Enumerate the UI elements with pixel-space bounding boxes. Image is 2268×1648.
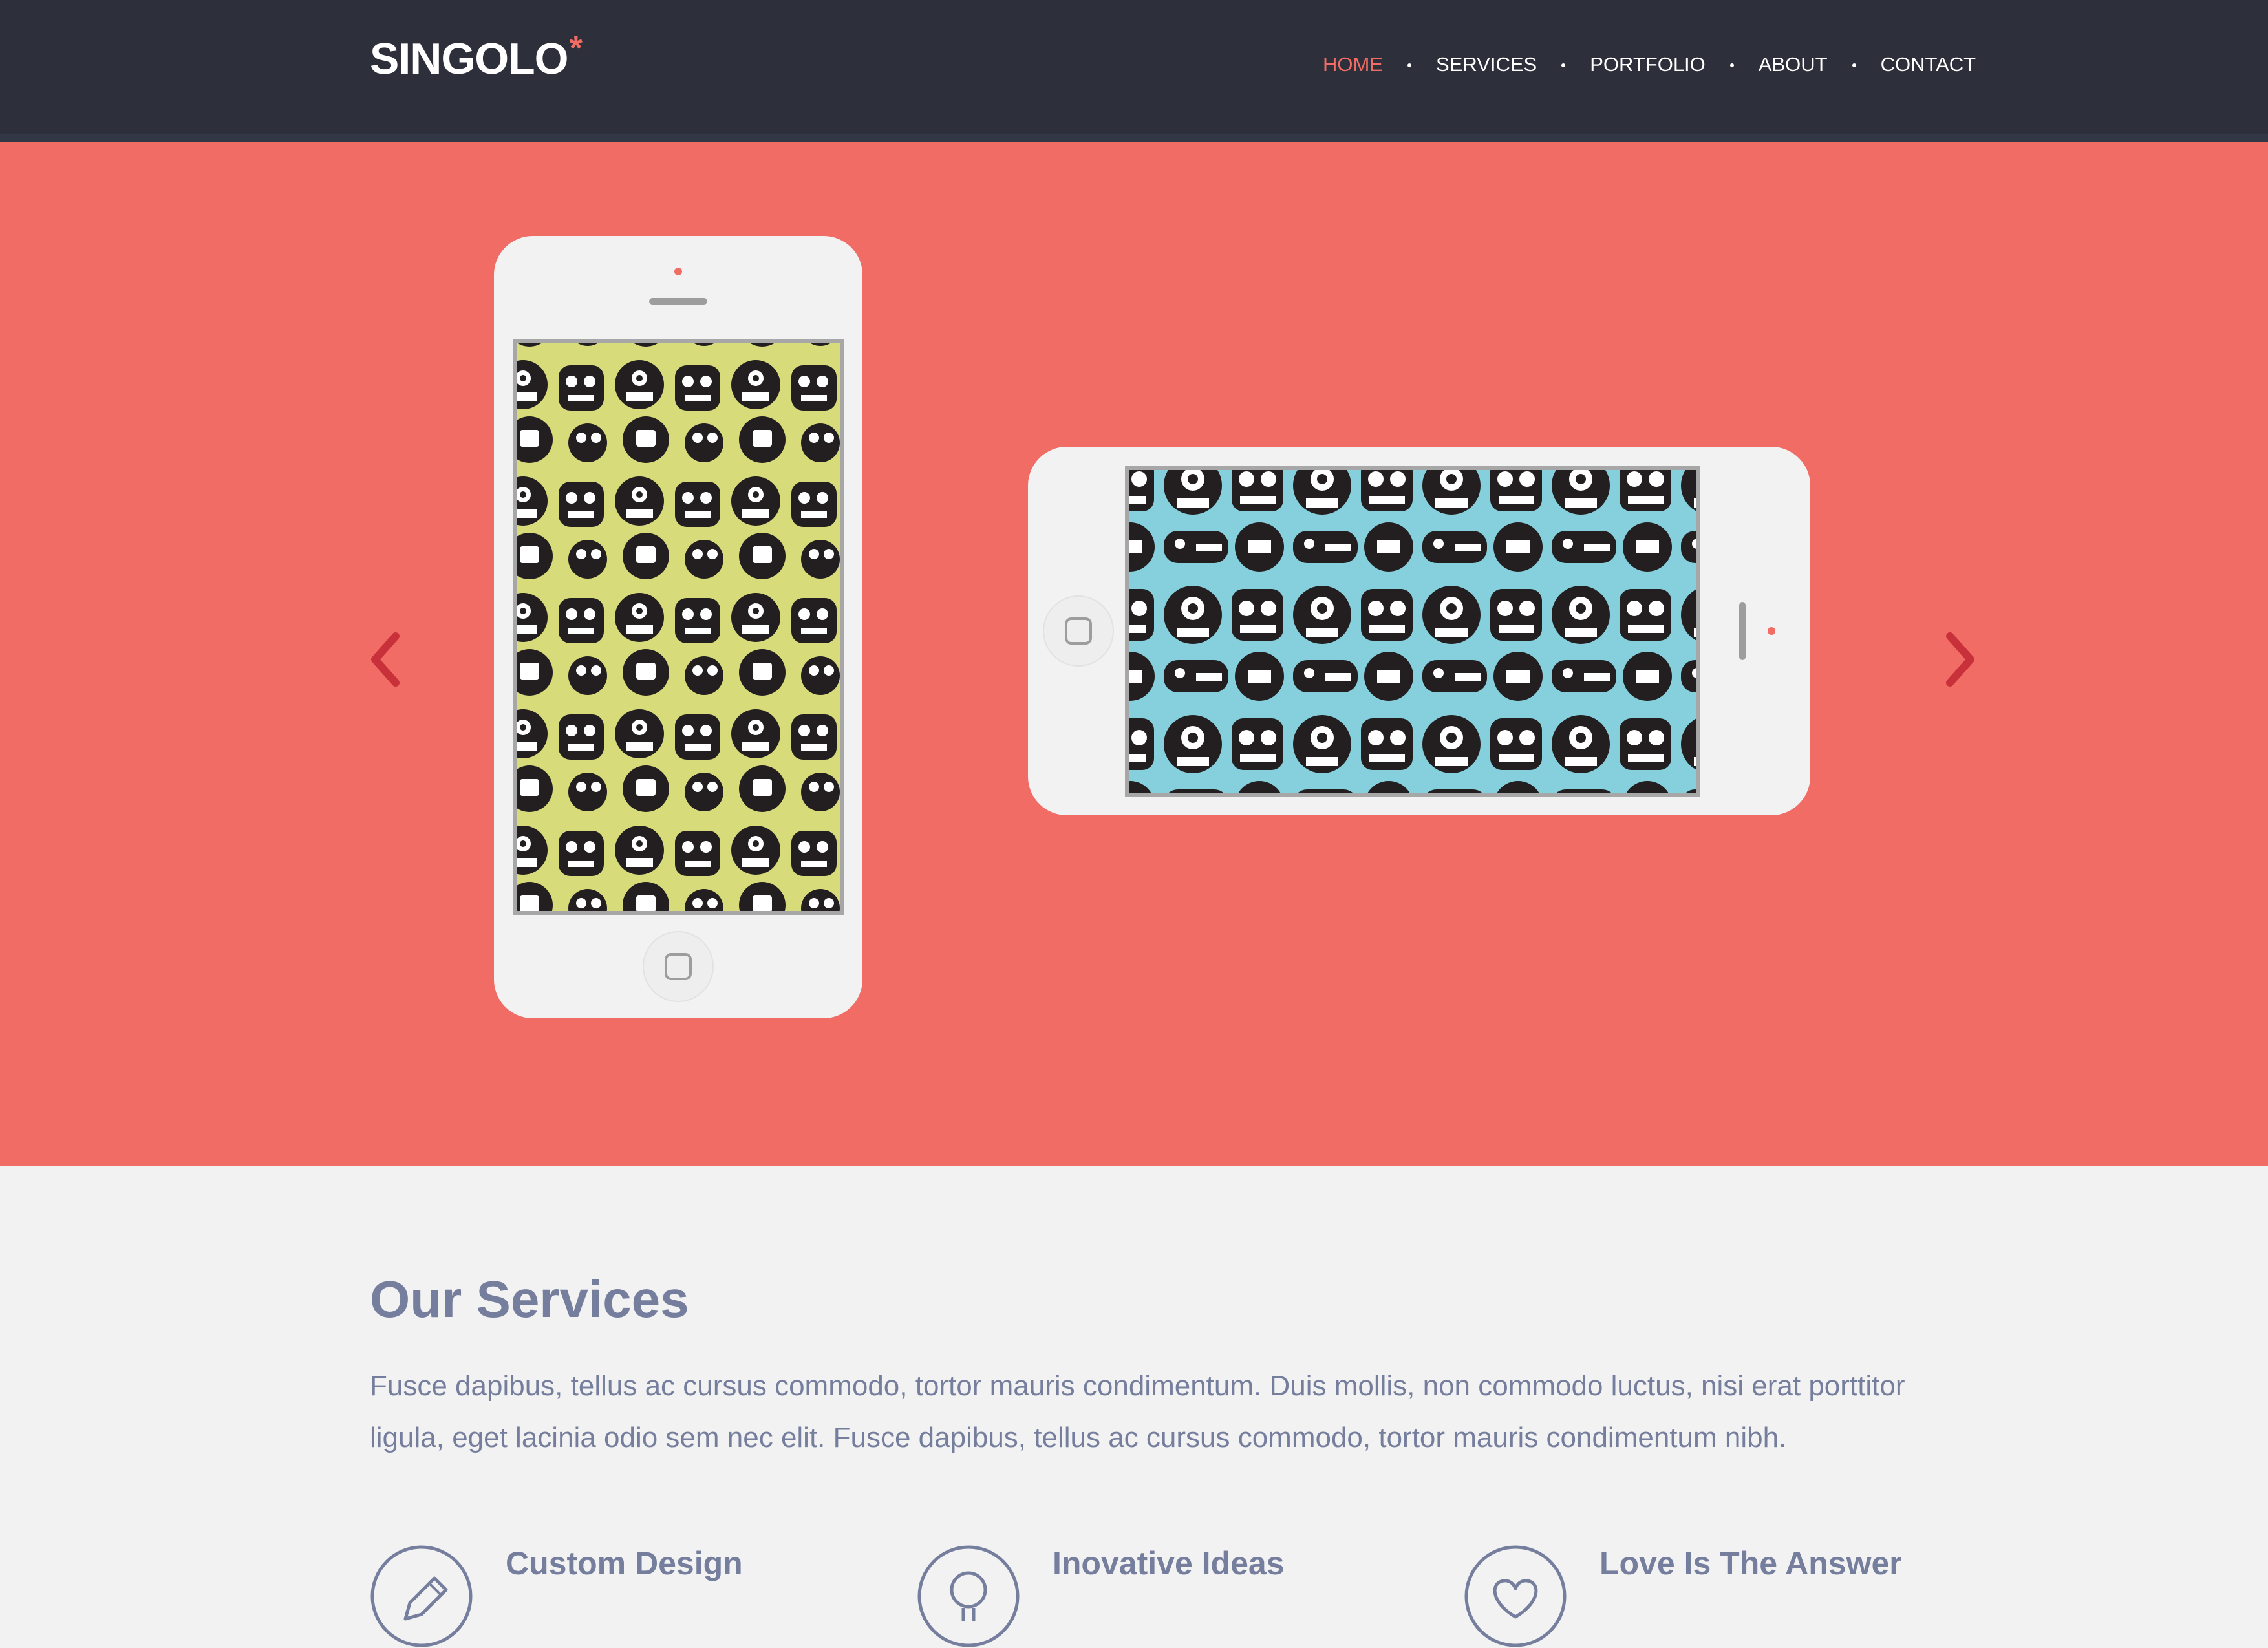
- service-title: Custom Design: [506, 1545, 743, 1581]
- nav-item-contact[interactable]: CONTACT: [1881, 53, 1976, 76]
- nav-item-about[interactable]: ABOUT: [1759, 53, 1828, 76]
- main-nav: HOME SERVICES PORTFOLIO ABOUT CONTACT: [1323, 50, 1976, 79]
- services-section: Our Services Fusce dapibus, tellus ac cu…: [0, 1166, 2268, 1647]
- nav-item-home[interactable]: HOME: [1323, 53, 1383, 76]
- logo-star: *: [569, 30, 583, 67]
- logo[interactable]: SINGOLO*: [370, 30, 583, 92]
- nav-item-portfolio[interactable]: PORTFOLIO: [1590, 53, 1706, 76]
- nav-separator: [1852, 63, 1856, 67]
- services-description: Fusce dapibus, tellus ac cursus commodo,…: [370, 1370, 1905, 1453]
- site-header: SINGOLO* HOME SERVICES PORTFOLIO ABOUT C…: [0, 0, 2268, 142]
- lightbulb-icon: [917, 1545, 1020, 1647]
- nav-separator: [1561, 63, 1566, 67]
- pencil-icon: [370, 1545, 473, 1647]
- nav-separator: [1407, 63, 1411, 67]
- phone-horizontal[interactable]: [1028, 447, 1810, 815]
- phone-vertical[interactable]: [494, 236, 862, 1018]
- nav-separator: [1729, 63, 1734, 67]
- services-title: Our Services: [370, 1270, 689, 1328]
- service-title: Inovative Ideas: [1053, 1545, 1285, 1581]
- chevron-right-icon[interactable]: [1937, 627, 1984, 692]
- logo-text: SINGOLO: [370, 34, 569, 83]
- nav-item-services[interactable]: SERVICES: [1436, 53, 1537, 76]
- heart-icon: [1464, 1545, 1567, 1647]
- service-title: Love Is The Answer: [1599, 1545, 1902, 1581]
- chevron-left-icon[interactable]: [362, 627, 409, 692]
- hero-slider: [0, 142, 2268, 1166]
